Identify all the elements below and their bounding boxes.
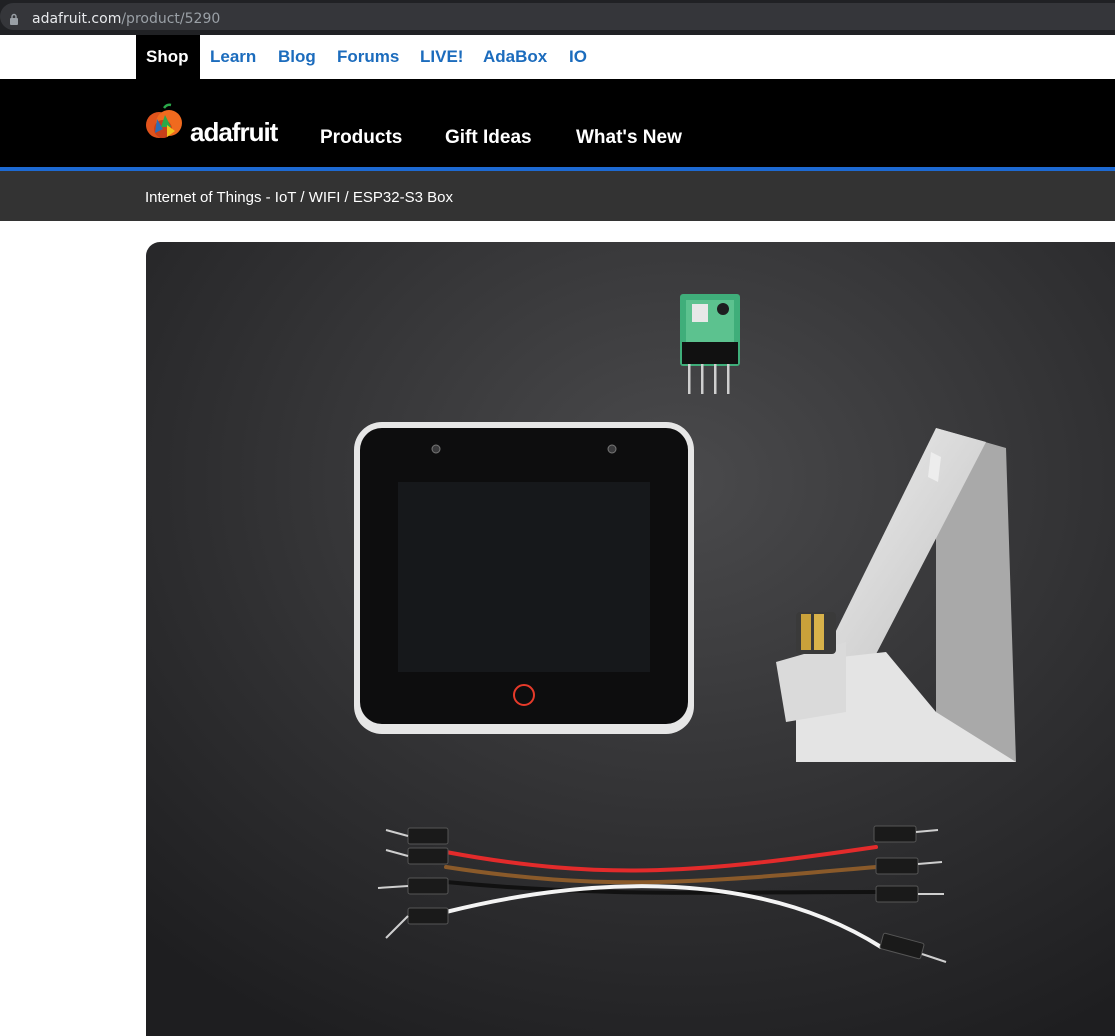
topnav-learn[interactable]: Learn xyxy=(200,35,266,79)
esp32-s3-box-device xyxy=(354,422,694,734)
topnav-live[interactable]: LIVE! xyxy=(410,35,473,79)
breadcrumb-item-wifi[interactable]: WIFI xyxy=(309,189,341,206)
topnav-shop[interactable]: Shop xyxy=(136,35,200,79)
address-field[interactable]: adafruit.com/product/5290 xyxy=(0,3,1115,30)
url-text[interactable]: adafruit.com/product/5290 xyxy=(32,11,220,27)
topnav-blog[interactable]: Blog xyxy=(268,35,326,79)
breadcrumb-item-product[interactable]: ESP32-S3 Box xyxy=(353,189,453,206)
product-image[interactable] xyxy=(146,242,1115,1036)
header-nav-products[interactable]: Products xyxy=(320,127,402,149)
breadcrumb: Internet of Things - IoT / WIFI / ESP32-… xyxy=(0,171,1115,221)
topnav-adabox[interactable]: AdaBox xyxy=(473,35,557,79)
breadcrumb-trail: Internet of Things - IoT / WIFI / ESP32-… xyxy=(145,189,453,206)
breadcrumb-separator: / xyxy=(340,189,353,206)
topnav-io[interactable]: IO xyxy=(559,35,597,79)
header-nav-whats-new[interactable]: What's New xyxy=(576,127,682,149)
site-header: adafruit Products Gift Ideas What's New xyxy=(0,79,1115,169)
url-path: /product/5290 xyxy=(121,11,221,27)
flower-logo-icon xyxy=(146,103,182,138)
breadcrumb-separator: / xyxy=(296,189,309,206)
lock-icon xyxy=(10,13,18,25)
browser-url-bar[interactable]: adafruit.com/product/5290 xyxy=(0,0,1115,35)
logo-text[interactable]: adafruit xyxy=(190,117,278,148)
header-nav-gift-ideas[interactable]: Gift Ideas xyxy=(445,127,532,149)
breadcrumb-item-iot[interactable]: Internet of Things - IoT xyxy=(145,189,296,206)
topnav-forums[interactable]: Forums xyxy=(327,35,409,79)
top-nav: Shop Learn Blog Forums LIVE! AdaBox IO xyxy=(0,35,1115,79)
url-domain: adafruit.com xyxy=(32,11,122,27)
product-photo-illustration xyxy=(146,242,1115,1036)
